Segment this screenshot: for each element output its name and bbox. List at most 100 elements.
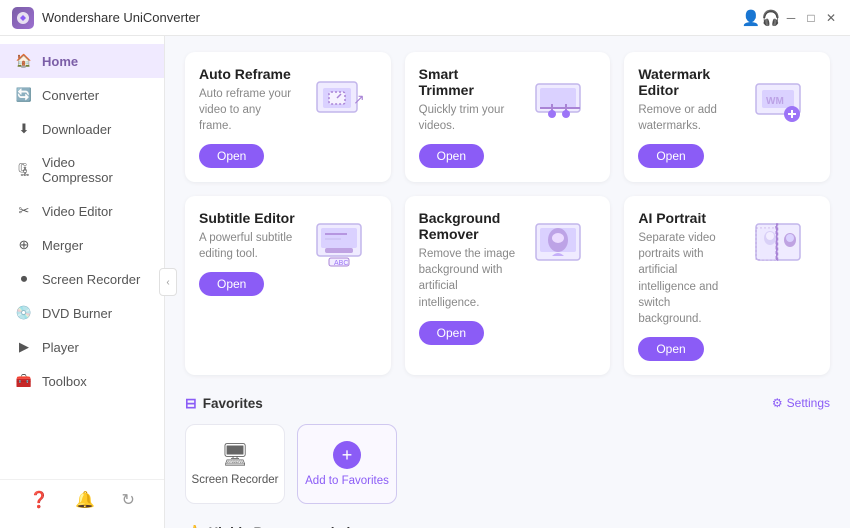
sidebar-item-converter[interactable]: 🔄 Converter [0, 78, 164, 112]
card-desc-subtitle-editor: A powerful subtitle editing tool. [199, 230, 297, 262]
sidebar-bottom: ❓ 🔔 ↻ [0, 479, 164, 520]
open-button-subtitle-editor[interactable]: Open [199, 272, 264, 296]
sidebar-wrapper: 🏠 Home 🔄 Converter ⬇ Downloader 🗜 Video … [0, 36, 165, 528]
sidebar-collapse-button[interactable]: ‹ [159, 268, 177, 296]
sidebar-label-screen-recorder: Screen Recorder [42, 272, 140, 287]
recommended-icon: 👍 [185, 524, 202, 528]
sidebar-label-downloader: Downloader [42, 122, 111, 137]
svg-text:ABC: ABC [334, 260, 348, 267]
main-content: Auto Reframe Auto reframe your video to … [165, 36, 850, 528]
sidebar-label-home: Home [42, 54, 78, 69]
open-button-background-remover[interactable]: Open [419, 321, 484, 345]
settings-label: Settings [787, 396, 830, 410]
sidebar-item-screen-recorder[interactable]: ⏺ Screen Recorder [0, 262, 164, 296]
app-title: Wondershare UniConverter [42, 10, 744, 25]
add-circle-icon: + [333, 441, 361, 469]
feature-card-ai-portrait: AI Portrait Separate video portraits wit… [624, 196, 830, 375]
sidebar-item-dvd-burner[interactable]: 💿 DVD Burner [0, 296, 164, 330]
support-icon[interactable]: 🎧 [764, 11, 778, 25]
feature-card-auto-reframe: Auto Reframe Auto reframe your video to … [185, 52, 391, 182]
card-desc-smart-trimmer: Quickly trim your videos. [419, 102, 517, 134]
open-button-auto-reframe[interactable]: Open [199, 144, 264, 168]
converter-icon: 🔄 [16, 87, 32, 103]
card-illus-watermark-editor: WM [744, 66, 816, 138]
svg-text:WM: WM [766, 96, 784, 107]
settings-link[interactable]: ⚙ Settings [772, 396, 830, 410]
sidebar-label-toolbox: Toolbox [42, 374, 87, 389]
card-title-auto-reframe: Auto Reframe [199, 66, 297, 82]
card-title-background-remover: Background Remover [419, 210, 517, 242]
notification-icon[interactable]: 🔔 [75, 490, 95, 510]
sidebar-item-player[interactable]: ▶ Player [0, 330, 164, 364]
card-left-subtitle-editor: Subtitle Editor A powerful subtitle edit… [199, 210, 297, 296]
sidebar-label-merger: Merger [42, 238, 83, 253]
card-desc-background-remover: Remove the image background with artific… [419, 246, 517, 310]
sidebar-item-merger[interactable]: ⊕ Merger [0, 228, 164, 262]
card-illus-subtitle-editor: ABC [305, 210, 377, 282]
app-logo [12, 7, 34, 29]
card-left-ai-portrait: AI Portrait Separate video portraits wit… [638, 210, 736, 361]
fav-label-screen-recorder: Screen Recorder [192, 474, 279, 486]
card-desc-watermark-editor: Remove or add watermarks. [638, 102, 736, 134]
settings-gear-icon: ⚙ [772, 396, 783, 410]
card-left-smart-trimmer: Smart Trimmer Quickly trim your videos. … [419, 66, 517, 168]
feature-card-smart-trimmer: Smart Trimmer Quickly trim your videos. … [405, 52, 611, 182]
favorites-label: Favorites [203, 396, 263, 411]
card-desc-auto-reframe: Auto reframe your video to any frame. [199, 86, 297, 134]
toolbox-icon: 🧰 [16, 373, 32, 389]
feature-card-background-remover: Background Remover Remove the image back… [405, 196, 611, 375]
svg-text:↗: ↗ [353, 91, 365, 107]
sidebar-item-video-compressor[interactable]: 🗜 Video Compressor [0, 146, 164, 194]
sidebar-item-downloader[interactable]: ⬇ Downloader [0, 112, 164, 146]
minimize-button[interactable]: ─ [784, 11, 798, 25]
sidebar-label-player: Player [42, 340, 79, 355]
card-illus-smart-trimmer [524, 66, 596, 138]
editor-icon: ✂ [16, 203, 32, 219]
user-icon[interactable]: 👤 [744, 11, 758, 25]
card-illus-background-remover [524, 210, 596, 282]
home-icon: 🏠 [16, 53, 32, 69]
app-body: 🏠 Home 🔄 Converter ⬇ Downloader 🗜 Video … [0, 36, 850, 528]
favorites-icon: ⊟ [185, 395, 197, 412]
card-title-ai-portrait: AI Portrait [638, 210, 736, 226]
open-button-watermark-editor[interactable]: Open [638, 144, 703, 168]
merger-icon: ⊕ [16, 237, 32, 253]
sidebar-label-video-compressor: Video Compressor [42, 155, 148, 185]
open-button-smart-trimmer[interactable]: Open [419, 144, 484, 168]
card-title-smart-trimmer: Smart Trimmer [419, 66, 517, 98]
downloader-icon: ⬇ [16, 121, 32, 137]
sidebar: 🏠 Home 🔄 Converter ⬇ Downloader 🗜 Video … [0, 36, 165, 528]
favorites-section-header: ⊟ Favorites ⚙ Settings [185, 395, 830, 412]
recommended-title: 👍 Highly Recommended [185, 524, 350, 528]
sidebar-label-dvd-burner: DVD Burner [42, 306, 112, 321]
favorites-row: 🖥 Screen Recorder + Add to Favorites [185, 424, 830, 504]
maximize-button[interactable]: □ [804, 11, 818, 25]
fav-item-screen-recorder[interactable]: 🖥 Screen Recorder [185, 424, 285, 504]
favorites-title: ⊟ Favorites [185, 395, 263, 412]
feature-card-watermark-editor: Watermark Editor Remove or add watermark… [624, 52, 830, 182]
card-left-background-remover: Background Remover Remove the image back… [419, 210, 517, 344]
sidebar-label-video-editor: Video Editor [42, 204, 113, 219]
open-button-ai-portrait[interactable]: Open [638, 337, 703, 361]
sidebar-item-home[interactable]: 🏠 Home [0, 44, 164, 78]
card-desc-ai-portrait: Separate video portraits with artificial… [638, 230, 736, 327]
refresh-icon[interactable]: ↻ [121, 490, 134, 510]
sidebar-item-toolbox[interactable]: 🧰 Toolbox [0, 364, 164, 398]
sidebar-label-converter: Converter [42, 88, 99, 103]
dvd-icon: 💿 [16, 305, 32, 321]
fav-label-add: Add to Favorites [305, 475, 389, 487]
close-button[interactable]: ✕ [824, 11, 838, 25]
sidebar-item-video-editor[interactable]: ✂ Video Editor [0, 194, 164, 228]
feature-cards-grid: Auto Reframe Auto reframe your video to … [185, 52, 830, 375]
fav-item-add[interactable]: + Add to Favorites [297, 424, 397, 504]
card-illus-auto-reframe: ↗ [305, 66, 377, 138]
card-title-subtitle-editor: Subtitle Editor [199, 210, 297, 226]
help-icon[interactable]: ❓ [29, 490, 49, 510]
feature-card-subtitle-editor: Subtitle Editor A powerful subtitle edit… [185, 196, 391, 375]
card-illus-ai-portrait [744, 210, 816, 282]
compressor-icon: 🗜 [16, 162, 32, 178]
screen-recorder-fav-icon: 🖥 [221, 442, 249, 468]
player-icon: ▶ [16, 339, 32, 355]
card-left-auto-reframe: Auto Reframe Auto reframe your video to … [199, 66, 297, 168]
window-controls: 👤 🎧 ─ □ ✕ [744, 11, 838, 25]
